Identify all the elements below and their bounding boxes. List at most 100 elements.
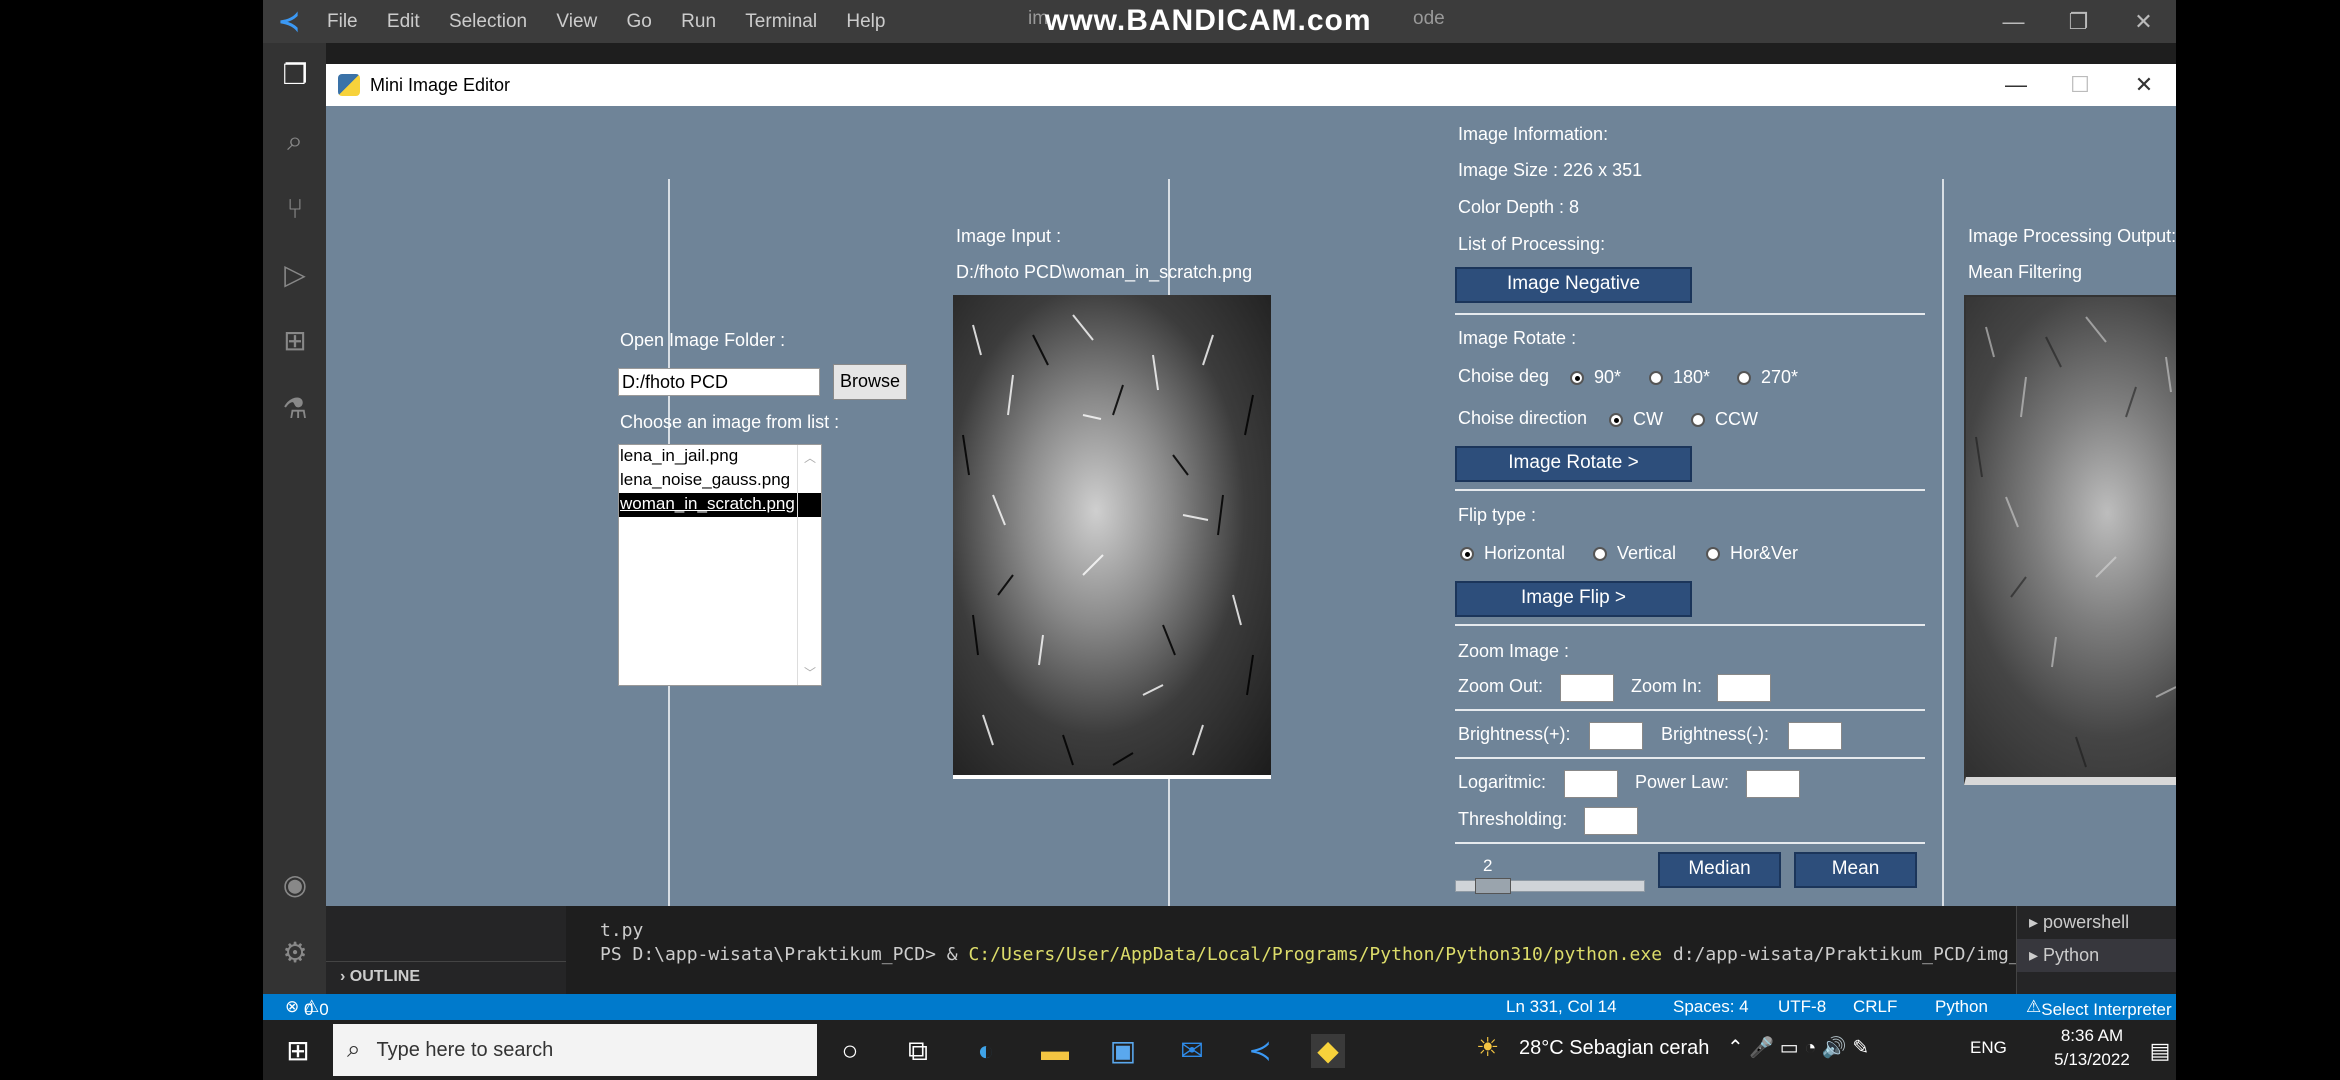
thresholding-input[interactable] [1584,807,1638,835]
zoom-in-input[interactable] [1717,674,1771,702]
flip-vertical-radio[interactable]: Vertical [1593,543,1676,564]
tray-icons[interactable]: ⌃ 🎤 ▭ ◔ 🔊 ✎ [1727,1035,1869,1060]
encoding[interactable]: UTF-8 [1778,997,1826,1017]
open-folder-label: Open Image Folder : [620,330,786,350]
mie-title-bar: Mini Image Editor — ☐ ✕ [326,64,2176,106]
clock-date[interactable]: 5/13/2022 [2047,1050,2137,1070]
median-button[interactable]: Median [1658,852,1781,888]
dir-cw-radio[interactable]: CW [1609,409,1663,430]
phone-screen: ≺ File Edit Selection View Go Run Termin… [263,0,2176,1080]
output-label: Image Processing Output: [1968,226,2176,246]
settings-gear-icon[interactable]: ⚙ [279,937,311,969]
image-input-label: Image Input : [956,226,1062,246]
input-language[interactable]: ENG [1970,1038,2007,1058]
taskbar-search[interactable]: ⌕ Type here to search [333,1024,817,1076]
problems-indicator[interactable]: ⊗ 0 ⚠ 0 [285,997,329,1019]
mie-minimize-icon[interactable]: — [1984,64,2048,106]
deg-270-radio[interactable]: 270* [1737,367,1798,388]
divider [1942,179,1944,959]
minimize-icon[interactable]: — [1981,0,2046,43]
account-icon[interactable]: ◉ [279,869,311,901]
deg-180-radio[interactable]: 180* [1649,367,1710,388]
browse-button[interactable]: Browse [833,364,907,400]
kernel-slider-thumb[interactable] [1475,878,1511,894]
deg-90-radio[interactable]: 90* [1570,367,1621,388]
weather-text[interactable]: 28°C Sebagian cerah [1519,1037,1709,1060]
scroll-down-icon[interactable]: ﹀ [804,664,816,681]
windows-start-icon[interactable]: ⊞ [281,1034,315,1068]
image-flip-button[interactable]: Image Flip > [1455,581,1692,617]
vscode-window-controls: — ❐ ✕ [1981,0,2176,43]
list-scrollbar[interactable]: ︿ ﹀ [797,445,821,685]
folder-path-input[interactable]: D:/fhoto PCD [618,368,820,396]
file-explorer-icon[interactable]: ▬ [1038,1034,1072,1068]
scroll-up-icon[interactable]: ︿ [804,449,816,466]
separator [1455,709,1925,711]
image-rotate-button[interactable]: Image Rotate > [1455,446,1692,482]
menu-edit[interactable]: Edit [387,11,420,32]
separator [1455,842,1925,844]
search-icon[interactable]: ⌕ [279,125,311,157]
activity-bar: ❐ ⌕ ⑂ ▷ ⊞ ⚗ ◉ ⚙ [263,43,326,994]
list-item[interactable]: lena_in_jail.png [619,445,821,469]
menu-file[interactable]: File [327,11,358,32]
close-icon[interactable]: ✕ [2111,0,2176,43]
language-mode[interactable]: Python [1935,997,1988,1017]
menu-view[interactable]: View [556,11,597,32]
select-interpreter[interactable]: ⚠ Select Interpreter [2026,997,2172,1019]
image-negative-button[interactable]: Image Negative [1455,267,1692,303]
testing-icon[interactable]: ⚗ [279,393,311,425]
terminal-panel[interactable]: t.py PS D:\app-wisata\Praktikum_PCD> & C… [566,906,2176,994]
zoom-out-input[interactable] [1560,674,1614,702]
image-file-list[interactable]: lena_in_jail.png lena_noise_gauss.png wo… [618,444,822,686]
power-law-input[interactable] [1746,770,1800,798]
brightness-plus-input[interactable] [1589,722,1643,750]
task-view-icon[interactable]: ⧉ [901,1034,935,1068]
extensions-icon[interactable]: ⊞ [279,325,311,357]
indentation[interactable]: Spaces: 4 [1673,997,1749,1017]
mie-window-controls: — ☐ ✕ [1984,64,2176,106]
flip-horver-radio[interactable]: Hor&Ver [1706,543,1798,564]
dir-ccw-radio[interactable]: CCW [1691,409,1758,430]
menu-go[interactable]: Go [627,11,652,32]
explorer-icon[interactable]: ❐ [279,59,311,91]
session-python[interactable]: ▸ Python [2017,939,2176,972]
line-ending[interactable]: CRLF [1853,997,1897,1017]
vscode-logo-icon: ≺ [278,6,300,36]
notifications-icon[interactable]: ▤ [2143,1034,2176,1068]
mean-button[interactable]: Mean [1794,852,1917,888]
radio-icon [1737,370,1751,385]
edge-icon[interactable]: ◐ [969,1034,1003,1068]
outline-section[interactable]: › OUTLINE [340,968,420,986]
python-taskbar-icon[interactable]: ◆ [1311,1034,1345,1068]
list-item[interactable]: lena_noise_gauss.png [619,469,821,493]
terminal-sessions: ▸ powershell ▸ Python [2016,906,2176,994]
vscode-taskbar-icon[interactable]: ≺ [1243,1034,1277,1068]
restore-icon[interactable]: ❐ [2046,0,2111,43]
cortana-icon[interactable]: ○ [833,1034,867,1068]
run-debug-icon[interactable]: ▷ [279,259,311,291]
cursor-position[interactable]: Ln 331, Col 14 [1506,997,1617,1017]
input-image [953,295,1271,779]
search-icon: ⌕ [347,1036,361,1063]
mie-close-icon[interactable]: ✕ [2112,64,2176,106]
brightness-minus-input[interactable] [1788,722,1842,750]
menu-run[interactable]: Run [681,11,716,32]
flip-horizontal-radio[interactable]: Horizontal [1460,543,1565,564]
menu-selection[interactable]: Selection [449,11,527,32]
store-icon[interactable]: ▣ [1106,1034,1140,1068]
color-depth-text: Color Depth : 8 [1458,197,1580,217]
sidebar-bottom: › OUTLINE [326,906,566,994]
logaritmic-input[interactable] [1564,770,1618,798]
status-bar: ⊗ 0 ⚠ 0 Ln 331, Col 14 Spaces: 4 UTF-8 C… [263,994,2176,1020]
separator [1455,313,1925,315]
session-powershell[interactable]: ▸ powershell [2017,906,2176,939]
python-logo-icon [338,74,360,96]
source-control-icon[interactable]: ⑂ [279,193,311,225]
flip-type-label: Flip type : [1458,505,1537,525]
mail-icon[interactable]: ✉ [1175,1034,1209,1068]
menu-terminal[interactable]: Terminal [745,11,817,32]
clock-time[interactable]: 8:36 AM [2047,1026,2137,1046]
menu-help[interactable]: Help [846,11,885,32]
list-item-selected[interactable]: woman_in_scratch.png [619,493,821,517]
